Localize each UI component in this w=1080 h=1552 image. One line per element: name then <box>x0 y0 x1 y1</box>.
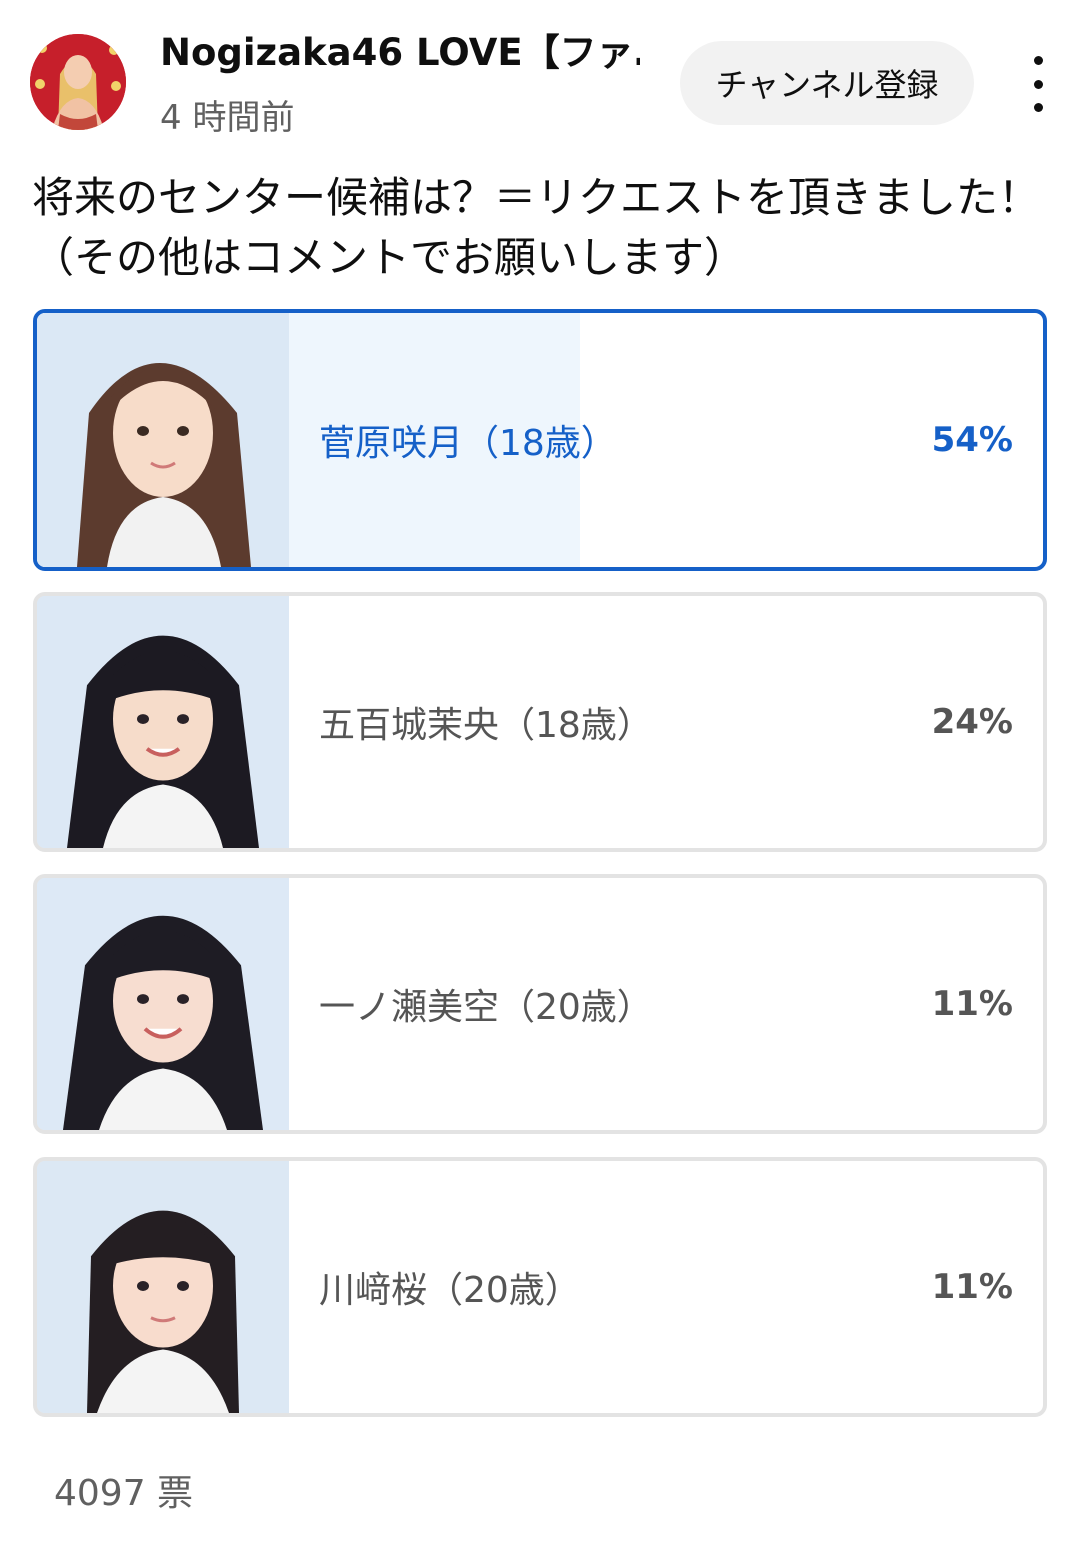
subscribe-button[interactable]: チャンネル登録 <box>680 41 974 125</box>
poll-option-label: 菅原咲月（18歳） <box>319 423 617 464</box>
poll-option-percent: 11% <box>931 1267 1013 1307</box>
poll-option-label: 川﨑桜（20歳） <box>319 1270 581 1311</box>
poll-post: Nogizaka46 LOVE【ファ… 4 時間前 チャンネル登録 将来のセンタ… <box>0 0 1080 1552</box>
vote-count: 4097 票 <box>54 1473 194 1514</box>
more-vert-icon[interactable] <box>1012 56 1064 112</box>
more-dot <box>1033 103 1043 112</box>
channel-avatar[interactable] <box>30 34 126 130</box>
more-dot <box>1033 79 1043 89</box>
poll-option[interactable]: 一ノ瀬美空（20歳） 11% <box>33 874 1047 1134</box>
poll-question: 将来のセンター候補は？＝リクエストを頂きました！（その他はコメントでお願いします… <box>32 173 1041 282</box>
poll-option-percent: 11% <box>931 984 1013 1024</box>
member-photo <box>37 313 289 567</box>
poll-option[interactable]: 菅原咲月（18歳） 54% <box>33 309 1047 571</box>
poll-option[interactable]: 五百城茉央（18歳） 24% <box>33 592 1047 852</box>
poll-option-percent: 24% <box>931 702 1013 742</box>
poll-option-label: 五百城茉央（18歳） <box>319 705 653 746</box>
member-photo <box>37 1161 289 1413</box>
member-photo <box>37 596 289 848</box>
post-time: 4 時間前 <box>160 98 295 138</box>
poll-option-percent: 54% <box>931 420 1013 460</box>
poll-option[interactable]: 川﨑桜（20歳） 11% <box>33 1157 1047 1417</box>
member-photo <box>37 878 289 1130</box>
channel-name[interactable]: Nogizaka46 LOVE【ファ… <box>160 28 640 78</box>
more-dot <box>1033 56 1043 65</box>
poll-option-label: 一ノ瀬美空（20歳） <box>319 987 653 1028</box>
